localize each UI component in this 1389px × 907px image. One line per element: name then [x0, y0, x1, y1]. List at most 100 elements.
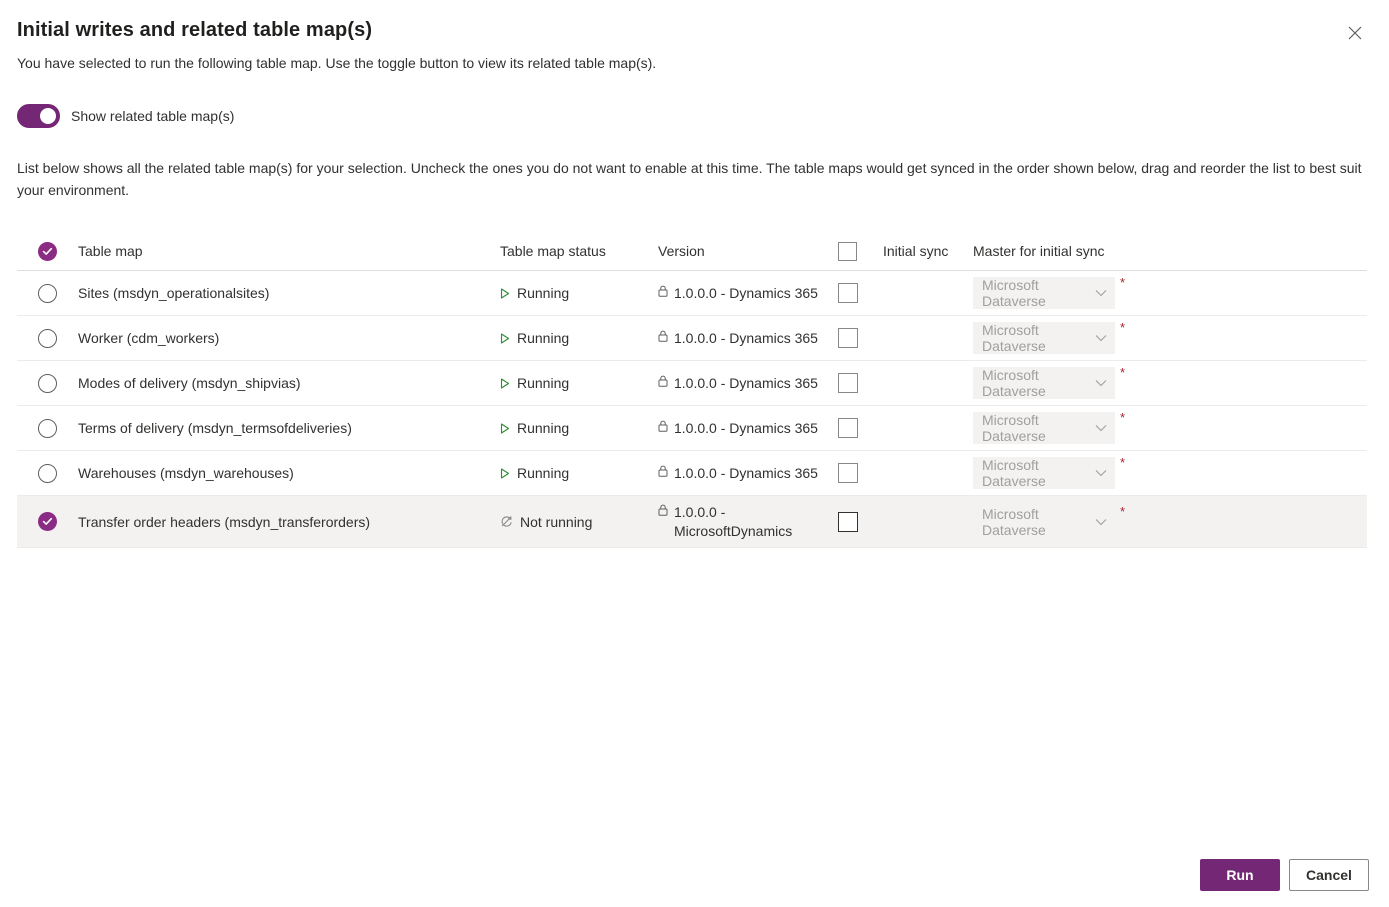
row-master: Microsoft Dataverse *	[973, 410, 1367, 444]
column-header-table-map[interactable]: Table map	[78, 243, 500, 259]
master-for-initial-sync-dropdown[interactable]: Microsoft Dataverse	[973, 322, 1115, 354]
master-for-initial-sync-dropdown[interactable]: Microsoft Dataverse	[973, 367, 1115, 399]
row-initial-sync	[838, 373, 973, 393]
master-for-initial-sync-dropdown[interactable]: Microsoft Dataverse	[973, 277, 1115, 309]
column-header-initial-sync-label: Initial sync	[883, 243, 949, 259]
initial-sync-checkbox[interactable]	[838, 283, 858, 303]
row-version: 1.0.0.0 - Dynamics 365	[658, 419, 838, 438]
row-table-map-name: Warehouses (msdyn_warehouses)	[78, 465, 294, 481]
column-header-status-label: Table map status	[500, 243, 606, 259]
initial-sync-checkbox[interactable]	[838, 373, 858, 393]
required-asterisk: *	[1120, 320, 1126, 335]
row-select-circle-icon[interactable]	[38, 373, 57, 393]
row-master: Microsoft Dataverse *	[973, 275, 1367, 309]
table-row[interactable]: Transfer order headers (msdyn_transferor…	[17, 496, 1367, 548]
master-dropdown-value: Microsoft Dataverse	[982, 412, 1046, 444]
row-version: 1.0.0.0 - Dynamics 365	[658, 329, 838, 348]
row-select-circle-icon[interactable]	[38, 418, 57, 438]
column-header-master: Master for initial sync	[973, 243, 1367, 259]
show-related-table-maps-toggle[interactable]	[17, 104, 60, 128]
row-select-circle-icon[interactable]	[38, 283, 57, 303]
close-icon	[1348, 26, 1362, 43]
row-status-label: Running	[517, 285, 570, 301]
row-version-label: 1.0.0.0 - Dynamics 365	[674, 284, 818, 301]
table-row[interactable]: Sites (msdyn_operationalsites) Running 1…	[17, 271, 1367, 316]
master-dropdown-wrap: Microsoft Dataverse *	[973, 410, 1126, 444]
row-table-map-name: Sites (msdyn_operationalsites)	[78, 285, 270, 301]
master-dropdown-wrap: Microsoft Dataverse *	[973, 455, 1126, 489]
row-initial-sync	[838, 418, 973, 438]
row-select-cell	[17, 463, 78, 483]
initial-sync-checkbox[interactable]	[838, 511, 858, 532]
cancel-button[interactable]: Cancel	[1289, 859, 1369, 891]
chevron-down-icon	[1095, 518, 1107, 526]
chevron-down-icon	[1095, 469, 1107, 477]
master-dropdown-value: Microsoft Dataverse	[982, 277, 1046, 309]
dialog-subtitle: You have selected to run the following t…	[17, 55, 657, 71]
row-status-label: Running	[517, 465, 570, 481]
select-all-check-icon[interactable]	[38, 241, 57, 261]
master-dropdown-wrap: Microsoft Dataverse *	[973, 275, 1126, 309]
list-description: List below shows all the related table m…	[17, 160, 1362, 198]
table-row[interactable]: Terms of delivery (msdyn_termsofdeliveri…	[17, 406, 1367, 451]
row-selected-check-icon[interactable]	[38, 512, 57, 531]
play-icon	[500, 377, 510, 389]
row-status: Running	[500, 285, 658, 301]
row-status: Running	[500, 375, 658, 391]
toggle-label: Show related table map(s)	[71, 108, 235, 124]
run-button[interactable]: Run	[1200, 859, 1280, 891]
chevron-down-icon	[1095, 424, 1107, 432]
row-table-map-name: Terms of delivery (msdyn_termsofdeliveri…	[78, 420, 352, 436]
master-dropdown-value: Microsoft Dataverse	[982, 505, 1046, 538]
play-icon	[500, 332, 510, 344]
master-dropdown-value: Microsoft Dataverse	[982, 322, 1046, 354]
master-dropdown-wrap: Microsoft Dataverse *	[973, 320, 1126, 354]
chevron-down-icon	[1095, 289, 1107, 297]
master-for-initial-sync-dropdown[interactable]: Microsoft Dataverse	[973, 505, 1115, 538]
table-row[interactable]: Modes of delivery (msdyn_shipvias) Runni…	[17, 361, 1367, 406]
row-status: Running	[500, 420, 658, 436]
master-for-initial-sync-dropdown[interactable]: Microsoft Dataverse	[973, 457, 1115, 489]
initial-sync-checkbox[interactable]	[838, 418, 858, 438]
row-select-circle-icon[interactable]	[38, 328, 57, 348]
chevron-down-icon	[1095, 334, 1107, 342]
column-header-master-label: Master for initial sync	[973, 243, 1105, 259]
row-initial-sync	[838, 283, 973, 303]
row-version-label: 1.0.0.0 - MicrosoftDynamics	[674, 503, 793, 539]
required-asterisk: *	[1120, 275, 1126, 290]
required-asterisk: *	[1120, 410, 1126, 425]
lock-icon	[658, 503, 668, 516]
row-table-map-name: Modes of delivery (msdyn_shipvias)	[78, 375, 301, 391]
play-icon	[500, 287, 510, 299]
table-row[interactable]: Worker (cdm_workers) Running 1.0.0.0 - D…	[17, 316, 1367, 361]
column-header-version-label: Version	[658, 242, 705, 259]
row-select-cell	[17, 418, 78, 438]
row-master: Microsoft Dataverse *	[973, 320, 1367, 354]
row-version-label: 1.0.0.0 - Dynamics 365	[674, 374, 818, 391]
initial-sync-checkbox[interactable]	[838, 463, 858, 483]
row-status: Running	[500, 465, 658, 481]
row-select-cell	[17, 512, 78, 531]
column-header-status[interactable]: Table map status	[500, 243, 658, 259]
master-dropdown-wrap: Microsoft Dataverse *	[973, 366, 1125, 399]
column-header-version[interactable]: Version	[658, 242, 838, 261]
required-asterisk: *	[1120, 455, 1126, 470]
master-dropdown-wrap: Microsoft Dataverse *	[973, 505, 1125, 538]
master-dropdown-value: Microsoft Dataverse	[982, 367, 1046, 399]
row-status: Not running	[500, 514, 658, 530]
sync-disabled-icon	[500, 515, 513, 528]
initial-sync-checkbox[interactable]	[838, 328, 858, 348]
close-button[interactable]	[1339, 18, 1371, 50]
dialog-header: Initial writes and related table map(s) …	[0, 0, 1389, 73]
row-initial-sync	[838, 328, 973, 348]
initial-sync-select-all-checkbox[interactable]	[838, 241, 857, 261]
table-row[interactable]: Warehouses (msdyn_warehouses) Running 1.…	[17, 451, 1367, 496]
row-version: 1.0.0.0 - MicrosoftDynamics	[658, 503, 838, 541]
lock-icon	[658, 464, 668, 477]
table-header-row: Table map Table map status Version Initi…	[17, 232, 1367, 271]
row-version: 1.0.0.0 - Dynamics 365	[658, 284, 838, 303]
row-status-label: Not running	[520, 513, 593, 530]
toggle-knob	[40, 108, 56, 124]
row-select-circle-icon[interactable]	[38, 463, 57, 483]
master-for-initial-sync-dropdown[interactable]: Microsoft Dataverse	[973, 412, 1115, 444]
